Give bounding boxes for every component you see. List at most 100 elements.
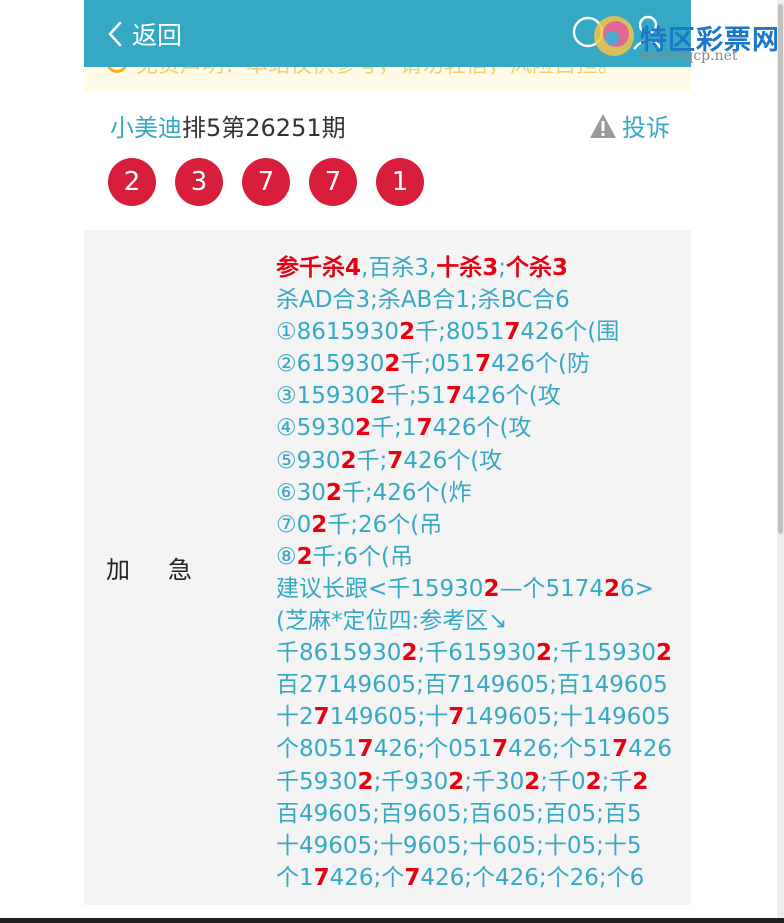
line-text: ,百杀3, xyxy=(361,255,437,281)
scrollbar-thumb[interactable] xyxy=(778,4,783,534)
prediction-line: 千86159302;千6159302;千159302 xyxy=(276,637,672,669)
line-text: 千;051 xyxy=(400,351,476,378)
post-title-row: 小美迪排5第26251期 投诉 xyxy=(110,108,670,142)
line-text: ;千30 xyxy=(464,768,525,795)
prediction-line: (芝麻*定位四:参考区↘ xyxy=(276,605,672,637)
prediction-line: ④59302千;17426个(攻 xyxy=(276,412,672,444)
line-text: ⑦0 xyxy=(276,511,312,538)
highlight-text: 2 xyxy=(399,319,416,346)
highlight-text: 2 xyxy=(355,415,372,442)
highlight-text: 7 xyxy=(445,383,462,410)
prediction-line: 建议长跟<千159302—个517426> xyxy=(276,573,672,605)
line-text: ;千0 xyxy=(540,768,586,795)
highlight-text: 2 xyxy=(311,511,328,538)
highlight-text: 7 xyxy=(504,319,521,346)
lottery-ball: 3 xyxy=(175,158,223,206)
highlight-text: 2 xyxy=(604,575,621,602)
logo-swirl-icon xyxy=(594,16,634,56)
line-text: 426个(攻 xyxy=(432,415,532,442)
highlight-text: 2 xyxy=(296,543,313,570)
lottery-ball: 7 xyxy=(309,158,357,206)
highlight-text: 2 xyxy=(483,575,500,602)
line-text: 个8051 xyxy=(276,736,358,763)
prediction-line: ⑧2千;6个(吊 xyxy=(276,541,672,573)
highlight-text: 7 xyxy=(387,447,404,474)
highlight-text: 十杀3 xyxy=(436,255,499,281)
prediction-line: 百49605;百9605;百605;百05;百5 xyxy=(276,798,672,830)
line-text: 十49605;十9605;十605;十05;十5 xyxy=(276,832,642,859)
chevron-left-icon xyxy=(108,21,122,47)
line-text: ②615930 xyxy=(276,351,385,378)
line-text: ;千 xyxy=(601,768,633,795)
prediction-line: 百27149605;百7149605;百149605 xyxy=(276,669,672,701)
highlight-text: 7 xyxy=(612,736,629,763)
prediction-line: 参千杀4,百杀3,十杀3;个杀3 xyxy=(276,252,672,284)
line-text: ③15930 xyxy=(276,383,370,410)
highlight-text: 参千杀4 xyxy=(276,255,362,281)
line-text: (芝麻*定位四:参考区↘ xyxy=(276,608,508,635)
highlight-text: 2 xyxy=(384,351,401,378)
prediction-line: ⑦02千;26个(吊 xyxy=(276,509,672,541)
highlight-text: 7 xyxy=(492,736,509,763)
line-text: 426个(围 xyxy=(520,319,620,346)
line-text: 百49605;百9605;百605;百05;百5 xyxy=(276,800,642,827)
author-link[interactable]: 小美迪 xyxy=(110,114,182,142)
highlight-text: 个杀3 xyxy=(506,255,569,281)
line-text: 0 xyxy=(384,319,400,346)
prediction-line: ②6159302千;0517426个(防 xyxy=(276,348,672,380)
highlight-text: 7 xyxy=(416,415,433,442)
line-text: 426个(攻 xyxy=(403,447,503,474)
line-text: —个5174 xyxy=(499,575,605,602)
line-text: 千;6个(吊 xyxy=(312,543,413,570)
highlight-text: 2 xyxy=(357,768,374,795)
line-text: ;千615930 xyxy=(417,640,537,667)
line-text: 杀AD合3;杀AB合1;杀BC合6 xyxy=(276,287,570,314)
highlight-text: 2 xyxy=(340,447,357,474)
highlight-text: 7 xyxy=(448,704,465,731)
lottery-ball: 7 xyxy=(242,158,290,206)
complain-button[interactable]: 投诉 xyxy=(588,108,670,143)
highlight-text: 7 xyxy=(475,351,492,378)
prediction-line: ⑤9302千;7426个(攻 xyxy=(276,445,672,477)
line-text: 426;个51 xyxy=(508,736,613,763)
line-text: 149605;十149605 xyxy=(464,704,671,731)
prediction-table: 加急 参千杀4,百杀3,十杀3;个杀3 杀AD合3;杀AB合1;杀BC合6 ①861… xyxy=(84,230,691,905)
highlight-text: 2 xyxy=(325,479,342,506)
prediction-line: ①86159302千;80517426个(围 xyxy=(276,316,672,348)
line-text: ; xyxy=(498,255,507,281)
lottery-ball: 2 xyxy=(108,158,156,206)
prediction-line: 个17426;个7426;个426;个26;个6 xyxy=(276,862,672,894)
site-logo: 特区彩票网 www.tqcp.net xyxy=(590,8,780,68)
prediction-line: 杀AD合3;杀AB合1;杀BC合6 xyxy=(276,284,672,316)
warning-triangle-icon xyxy=(590,113,616,138)
highlight-text: 7 xyxy=(404,864,421,891)
highlight-text: 7 xyxy=(357,736,374,763)
prediction-line: 十49605;十9605;十605;十05;十5 xyxy=(276,830,672,862)
issue-title: 排5第26251期 xyxy=(182,114,346,142)
line-text: 6> xyxy=(620,575,654,602)
prediction-line: ⑥302千;426个(炸 xyxy=(276,477,672,509)
highlight-text: 2 xyxy=(536,640,553,667)
highlight-text: 2 xyxy=(585,768,602,795)
line-text: 426;个051 xyxy=(373,736,493,763)
line-text: ;千15930 xyxy=(552,640,656,667)
line-text: 个1 xyxy=(276,864,314,891)
line-text: 千;1 xyxy=(371,415,417,442)
prediction-line: 个80517426;个0517426;个517426 xyxy=(276,733,672,765)
line-text: 千5930 xyxy=(276,768,358,795)
prediction-line: 千59302;千9302;千302;千02;千2 xyxy=(276,766,672,798)
page: 免责声明：本站仅供参考，请勿轻信，风险自担。 返回 小美迪排5第26251期 xyxy=(84,0,691,923)
highlight-text: 7 xyxy=(313,864,330,891)
line-text: 426;个 xyxy=(329,864,405,891)
line-text: 426;个426;个26;个6 xyxy=(420,864,645,891)
back-button[interactable]: 返回 xyxy=(106,16,182,52)
line-text: ⑧ xyxy=(276,543,297,570)
highlight-text: 2 xyxy=(655,640,672,667)
line-text: 426个(攻 xyxy=(461,383,561,410)
prediction-text: 参千杀4,百杀3,十杀3;个杀3 杀AD合3;杀AB合1;杀BC合6 ①861593… xyxy=(276,252,672,894)
line-text: 149605;十 xyxy=(329,704,449,731)
line-text: 千;426个(炸 xyxy=(341,479,472,506)
line-text: 千; xyxy=(356,447,388,474)
line-text: 千;51 xyxy=(385,383,446,410)
back-label: 返回 xyxy=(132,21,183,50)
